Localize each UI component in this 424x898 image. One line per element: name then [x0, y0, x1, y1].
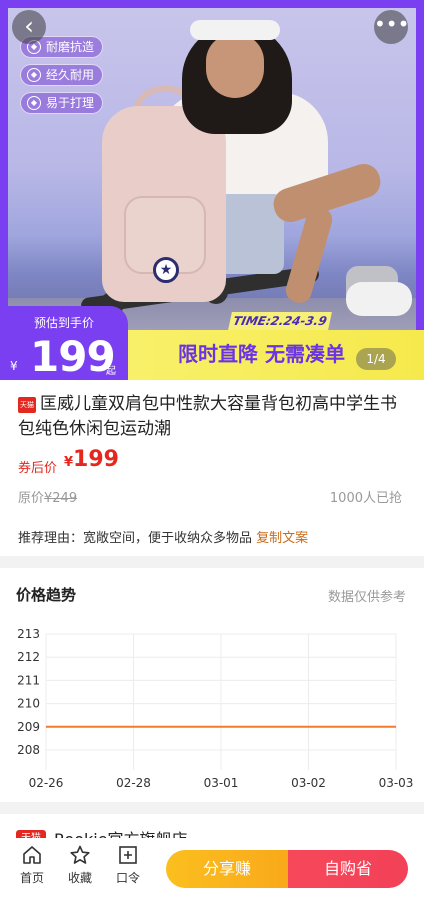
y-tick-label: 212: [17, 650, 40, 664]
y-tick-label: 208: [17, 743, 40, 757]
estimated-price-box: 预估到手价 ¥ 199 起: [0, 306, 128, 380]
back-button[interactable]: ‹: [12, 10, 46, 44]
promo-text: 限时直降 无需凑单: [178, 342, 345, 366]
original-price: 原价¥249: [18, 487, 77, 506]
shield-icon: ◆: [27, 68, 41, 82]
share-earn-button[interactable]: 分享赚: [166, 850, 288, 888]
coupon-price: ¥199: [64, 447, 119, 472]
nav-password[interactable]: 口令: [108, 844, 148, 892]
sold-count: 1000人已抢: [329, 491, 402, 506]
self-buy-button[interactable]: 自购省: [288, 850, 408, 888]
coupon-price-value: 199: [73, 447, 119, 472]
chevron-left-icon: ‹: [24, 12, 34, 40]
copy-text-link[interactable]: 复制文案: [256, 531, 308, 546]
x-tick-label: 03-02: [291, 776, 326, 790]
home-icon: [23, 846, 41, 864]
price-trend-card: 价格趋势 数据仅供参考 213 212 211 210 209 208 02-26 02-28…: [0, 568, 424, 802]
hero-model-headband: [190, 20, 280, 40]
x-tick-label: 02-26: [29, 776, 64, 790]
promo-time-tag: TIME:2.24-3.9: [228, 312, 332, 330]
shield-icon: ◆: [27, 96, 41, 110]
price-from-suffix: 起: [106, 366, 116, 377]
bottom-action-bar: 首页 收藏 口令 分享赚 自购省: [0, 838, 424, 898]
price-trend-title: 价格趋势: [16, 586, 77, 604]
y-tick-label: 209: [17, 720, 40, 734]
star-icon: [70, 845, 90, 864]
feature-badge: ◆ 经久耐用: [20, 64, 104, 86]
hero-model-face: [206, 34, 264, 98]
currency-symbol: ¥: [10, 359, 18, 373]
price-trend-note: 数据仅供参考: [327, 590, 406, 605]
y-tick-label: 213: [17, 627, 40, 641]
image-pager: 1/4: [356, 348, 396, 370]
recommend-reason-text: 宽敞空间，便于收纳众多物品: [83, 531, 253, 546]
more-button[interactable]: •••: [374, 10, 410, 44]
coupon-price-label: 券后价: [18, 461, 58, 476]
x-tick-label: 03-01: [204, 776, 239, 790]
feature-badge: ◆ 易于打理: [20, 92, 104, 114]
recommend-reason-label: 推荐理由：: [18, 531, 84, 546]
estimated-price-value: 199: [30, 332, 116, 381]
x-tick-label: 02-28: [116, 776, 151, 790]
plus-square-icon: [119, 846, 137, 864]
nav-favorite[interactable]: 收藏: [60, 844, 100, 892]
original-price-value: ¥249: [44, 491, 78, 506]
product-detail-page: ★ ◆ 耐磨抗造 ◆ 经久耐用 ◆ 易于打理 TIME:2.24-3.9 限时直降 无…: [0, 0, 424, 898]
product-hero-image[interactable]: ★ ◆ 耐磨抗造 ◆ 经久耐用 ◆ 易于打理 TIME:2.24-3.9 限时直降 无…: [0, 0, 424, 380]
recommend-reason: 推荐理由：宽敞空间，便于收纳众多物品 复制文案: [18, 527, 308, 546]
product-title: 匡威儿童双肩包中性款大容量背包初高中学生书包纯色休闲包运动潮: [18, 394, 397, 439]
price-trend-chart: 213 212 211 210 209 208 02-26 02-28 03-01 03-02 03…: [17, 627, 414, 790]
y-tick-label: 210: [17, 697, 40, 711]
product-info-card: 天猫 匡威儿童双肩包中性款大容量背包初高中学生书包纯色休闲包运动潮 券后价 ¥1…: [0, 380, 424, 556]
nav-home[interactable]: 首页: [12, 844, 52, 892]
y-tick-label: 211: [17, 673, 40, 687]
more-dots-icon: •••: [374, 12, 410, 36]
original-price-label: 原价: [18, 491, 45, 506]
currency-symbol: ¥: [64, 455, 74, 470]
x-tick-label: 03-03: [379, 776, 414, 790]
